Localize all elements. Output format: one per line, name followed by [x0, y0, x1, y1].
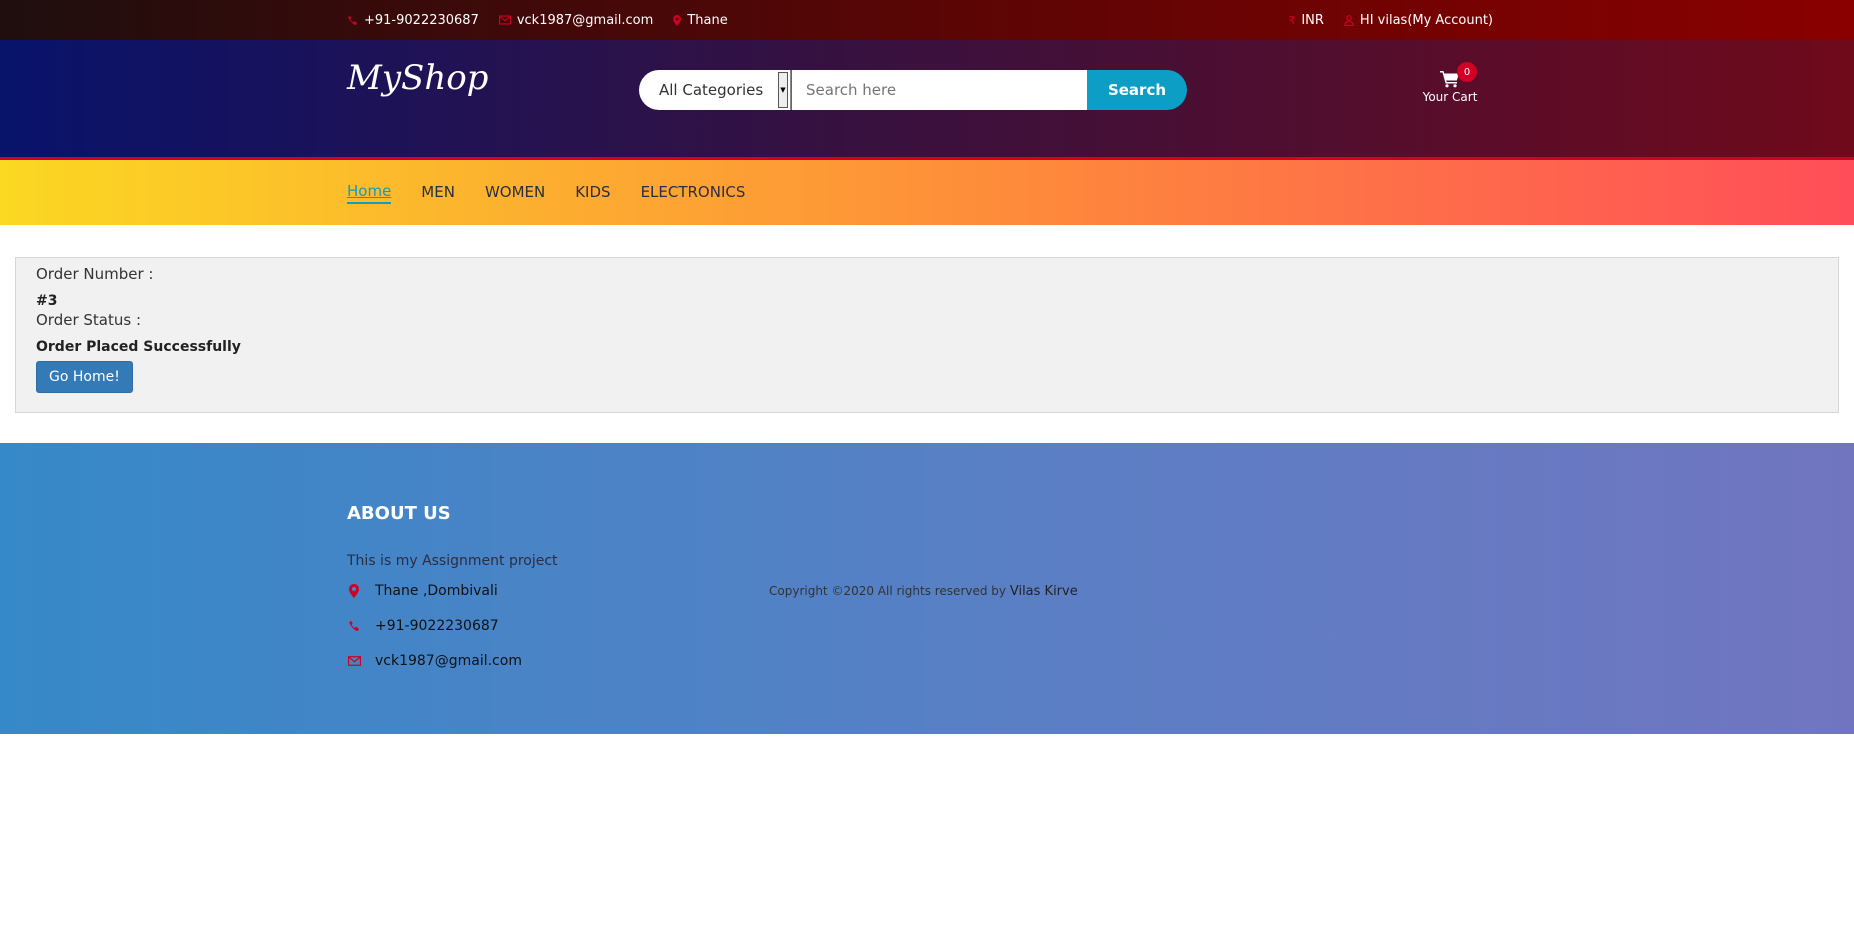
order-status-label: Order Status :: [36, 311, 142, 329]
phone-icon: [347, 620, 361, 632]
nav-item-women[interactable]: WOMEN: [485, 183, 545, 203]
category-select[interactable]: All Categories ▼: [639, 70, 791, 110]
copyright-text: Copyright ©2020 All rights reserved by: [769, 584, 1007, 598]
search-input[interactable]: [791, 70, 1087, 110]
order-number-label: Order Number :: [36, 265, 154, 283]
footer-phone-text: +91-9022230687: [375, 618, 499, 634]
nav-item-kids[interactable]: KIDS: [575, 183, 610, 203]
map-marker-icon: [673, 14, 682, 26]
go-home-button[interactable]: Go Home!: [36, 361, 133, 393]
footer: ABOUT US This is my Assignment project T…: [0, 443, 1854, 734]
logo[interactable]: MyShop: [347, 58, 488, 98]
copyright: Copyright ©2020 All rights reserved by V…: [769, 584, 1078, 599]
footer-email-text: vck1987@gmail.com: [375, 653, 522, 669]
cart-count-badge: 0: [1457, 62, 1477, 82]
phone-icon: [347, 15, 358, 26]
envelope-icon: [498, 15, 511, 25]
nav-item-electronics[interactable]: ELECTRONICS: [641, 183, 746, 203]
order-status-value: Order Placed Successfully: [36, 339, 241, 355]
search-form: All Categories ▼ Search: [639, 70, 1187, 110]
user-icon: [1344, 14, 1354, 26]
header: MyShop All Categories ▼ Search 0 Your Ca…: [0, 40, 1854, 160]
main-nav: Home MEN WOMEN KIDS ELECTRONICS: [0, 160, 1854, 225]
top-account-links: ₹ INR HI vilas(My Account): [1288, 13, 1493, 28]
cart-link[interactable]: 0 Your Cart: [1415, 62, 1485, 104]
top-location[interactable]: Thane: [673, 12, 728, 28]
cart-label: Your Cart: [1422, 90, 1478, 104]
about-title: ABOUT US: [347, 503, 451, 524]
top-contact-list: +91-9022230687 vck1987@gmail.com Thane: [347, 13, 728, 28]
nav-item-men[interactable]: MEN: [421, 183, 455, 203]
top-phone[interactable]: +91-9022230687: [347, 13, 479, 28]
map-marker-icon: [347, 584, 361, 598]
top-email[interactable]: vck1987@gmail.com: [498, 12, 654, 28]
order-confirmation-panel: Order Number : #3 Order Status : Order P…: [15, 257, 1839, 413]
currency-link[interactable]: ₹ INR: [1288, 13, 1324, 28]
top-email-text: vck1987@gmail.com: [516, 12, 654, 28]
chevron-down-icon[interactable]: ▼: [778, 72, 788, 108]
about-description: This is my Assignment project: [347, 553, 558, 569]
order-number-value: #3: [36, 293, 58, 309]
rupee-icon: ₹: [1288, 13, 1296, 27]
search-button[interactable]: Search: [1087, 70, 1187, 110]
top-phone-text: +91-9022230687: [364, 12, 479, 28]
top-location-text: Thane: [687, 12, 728, 28]
category-select-value: All Categories: [659, 81, 764, 99]
envelope-icon: [347, 656, 361, 666]
footer-address-text: Thane ,Dombivali: [375, 583, 498, 599]
footer-phone[interactable]: +91-9022230687: [347, 618, 499, 634]
nav-item-home[interactable]: Home: [347, 182, 392, 204]
currency-text: INR: [1301, 12, 1324, 28]
top-bar: +91-9022230687 vck1987@gmail.com Thane ₹…: [0, 0, 1854, 40]
account-link[interactable]: HI vilas(My Account): [1344, 13, 1493, 28]
footer-address[interactable]: Thane ,Dombivali: [347, 583, 498, 599]
footer-email[interactable]: vck1987@gmail.com: [347, 653, 522, 669]
author-link[interactable]: Vilas Kirve: [1010, 584, 1078, 599]
account-text: HI vilas(My Account): [1359, 12, 1493, 28]
